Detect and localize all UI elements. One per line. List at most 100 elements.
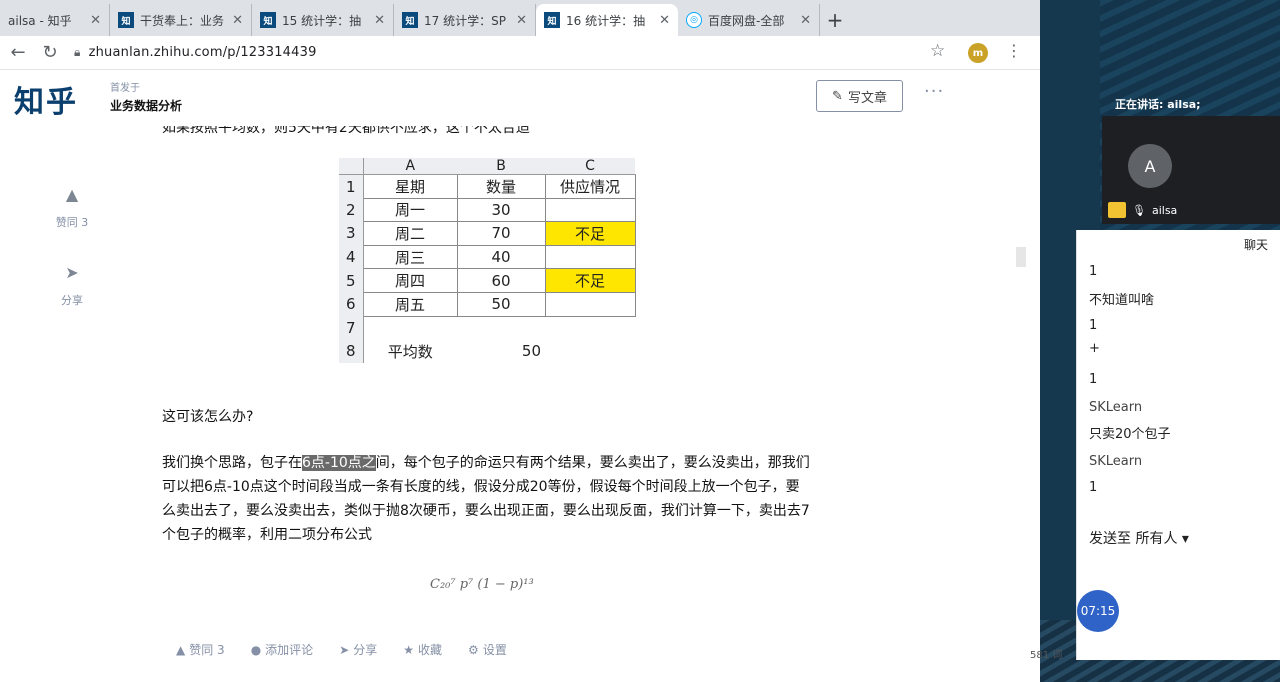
binomial-formula: C₂₀⁷ p⁷ (1 − p)¹³ xyxy=(430,577,534,592)
cell: 周四 xyxy=(362,268,458,293)
tab-stats-15[interactable]: 知 15 统计学：抽 ✕ xyxy=(252,4,394,36)
tab-ailsa[interactable]: ailsa - 知乎 ✕ xyxy=(0,4,110,36)
chat-message: + xyxy=(1089,341,1100,356)
zhihu-logo[interactable]: 知乎 xyxy=(14,77,78,121)
browser-menu-icon[interactable]: ⋮ xyxy=(1006,41,1022,60)
column-header: C xyxy=(545,158,635,175)
zhihu-icon: 知 xyxy=(260,12,276,28)
address-bar: ← ↻ 🔒︎ zhuanlan.zhihu.com/p/123314439 ☆ … xyxy=(0,36,1040,70)
gear-icon: ⚙ xyxy=(468,642,479,657)
settings-label: 设置 xyxy=(482,643,507,657)
cell: 周五 xyxy=(362,291,458,317)
close-icon[interactable]: ✕ xyxy=(374,13,385,28)
column-name[interactable]: 业务数据分析 xyxy=(110,97,182,114)
chat-message: 1 xyxy=(1089,264,1098,279)
article-paragraph: 我们换个思路，包子在6点-10点之间，每个包子的命运只有两个结果，要么卖出了，要… xyxy=(162,451,812,547)
user-icon xyxy=(1108,202,1126,218)
highlight-cell: 不足 xyxy=(544,268,636,293)
close-icon[interactable]: ✕ xyxy=(659,13,670,28)
cell xyxy=(544,197,636,223)
cell: 供应情况 xyxy=(544,174,636,199)
paragraph-text: 我们换个思路，包子在 xyxy=(162,455,302,471)
like-button[interactable]: ▲ 赞同 3 xyxy=(40,185,104,230)
chat-message: 不知道叫啥 xyxy=(1089,293,1155,308)
close-icon[interactable]: ✕ xyxy=(800,13,811,28)
tab-baidu-pan[interactable]: ◎ 百度网盘-全部 ✕ xyxy=(678,4,820,36)
chat-message: 只卖20个包子 xyxy=(1089,427,1171,442)
highlight-cell: 不足 xyxy=(544,221,636,246)
star-icon: ★ xyxy=(403,642,415,657)
tab-business[interactable]: 知 干货奉上：业务 ✕ xyxy=(110,4,252,36)
row-header: 1 xyxy=(339,174,364,199)
close-icon[interactable]: ✕ xyxy=(90,13,101,28)
lock-icon: 🔒︎ xyxy=(74,45,81,59)
selected-text[interactable]: 6点-10点之 xyxy=(302,455,376,471)
share-button[interactable]: ➤ 分享 xyxy=(40,263,104,308)
tab-label: 16 统计学：抽 xyxy=(566,13,646,28)
column-label: 首发于 xyxy=(110,83,140,94)
zhihu-icon: 知 xyxy=(402,12,418,28)
row-header: 6 xyxy=(339,292,364,317)
scrollbar-thumb[interactable] xyxy=(1016,247,1026,267)
share-icon: ➤ xyxy=(339,642,350,657)
more-icon[interactable]: ··· xyxy=(924,81,944,102)
browser-tab-bar: ailsa - 知乎 ✕ 知 干货奉上：业务 ✕ 知 15 统计学：抽 ✕ 知 … xyxy=(0,0,1040,36)
share-icon: ➤ xyxy=(65,263,79,282)
tab-stats-16[interactable]: 知 16 统计学：抽 ✕ xyxy=(536,4,678,36)
cell: 70 xyxy=(456,221,546,246)
edit-icon: ✎ xyxy=(832,88,843,104)
close-icon[interactable]: ✕ xyxy=(516,13,527,28)
video-name-tag: 🎙︎ ailsa xyxy=(1108,202,1177,218)
cell: 50 xyxy=(456,291,546,317)
back-icon[interactable]: ← xyxy=(4,39,32,67)
write-article-label: 写文章 xyxy=(847,90,887,106)
column-header: B xyxy=(457,158,545,175)
chat-title: 聊天 xyxy=(1243,238,1268,252)
average-label: 平均数 xyxy=(387,342,433,361)
url-text: zhuanlan.zhihu.com/p/123314439 xyxy=(88,45,317,60)
speaking-indicator: 正在讲话: ailsa; xyxy=(1115,98,1201,111)
close-icon[interactable]: ✕ xyxy=(232,13,243,28)
bookmark-star-icon[interactable]: ☆ xyxy=(930,41,945,61)
chat-message: 1 xyxy=(1089,318,1098,333)
cell: 周一 xyxy=(362,197,458,223)
row-header: 8 xyxy=(339,339,364,364)
cell: 30 xyxy=(456,197,546,223)
comment-icon: ● xyxy=(250,642,262,657)
tab-stats-17[interactable]: 知 17 统计学：SP ✕ xyxy=(394,4,536,36)
avatar: A xyxy=(1128,144,1172,188)
favorite-button[interactable]: ★ 收藏 xyxy=(403,641,442,658)
extension-icon[interactable]: m xyxy=(968,43,988,63)
bottom-share-button[interactable]: ➤ 分享 xyxy=(339,641,377,658)
comment-label: 添加评论 xyxy=(265,643,314,657)
word-count: 581 词 xyxy=(1030,650,1063,661)
row-header: 5 xyxy=(339,268,364,293)
comment-button[interactable]: ● 添加评论 xyxy=(251,641,314,658)
column-header: A xyxy=(363,158,457,175)
question-text: 这可该怎么办? xyxy=(162,409,254,425)
cell: 40 xyxy=(456,244,546,270)
like-count: 赞同 3 xyxy=(55,216,89,229)
upvote-icon: ▲ xyxy=(176,642,186,657)
settings-button[interactable]: ⚙ 设置 xyxy=(468,641,507,658)
reload-icon[interactable]: ↻ xyxy=(36,39,64,67)
upvote-icon: ▲ xyxy=(65,185,79,204)
new-tab-button[interactable]: + xyxy=(820,4,850,36)
chat-message: 1 xyxy=(1089,372,1098,387)
chat-input[interactable] xyxy=(1089,556,1259,574)
cell xyxy=(544,244,636,270)
url-field[interactable]: 🔒︎ zhuanlan.zhihu.com/p/123314439 xyxy=(74,45,317,60)
meeting-timer[interactable]: 07:15 xyxy=(1077,590,1119,632)
cell xyxy=(545,340,635,364)
bottom-like-button[interactable]: ▲ 赞同 3 xyxy=(176,641,225,658)
chat-sender: SKLearn xyxy=(1089,454,1143,469)
send-to-dropdown[interactable]: 发送至 所有人 ▾ xyxy=(1089,528,1189,548)
cell xyxy=(544,291,636,317)
tab-label: 15 统计学：抽 xyxy=(282,13,362,28)
zhihu-icon: 知 xyxy=(118,12,134,28)
bottom-like-label: 赞同 3 xyxy=(189,643,225,657)
favorite-label: 收藏 xyxy=(418,643,443,657)
share-label: 分享 xyxy=(61,294,83,307)
write-article-button[interactable]: ✎ 写文章 xyxy=(816,80,903,112)
microphone-icon[interactable]: 🎙︎ xyxy=(1132,204,1146,217)
